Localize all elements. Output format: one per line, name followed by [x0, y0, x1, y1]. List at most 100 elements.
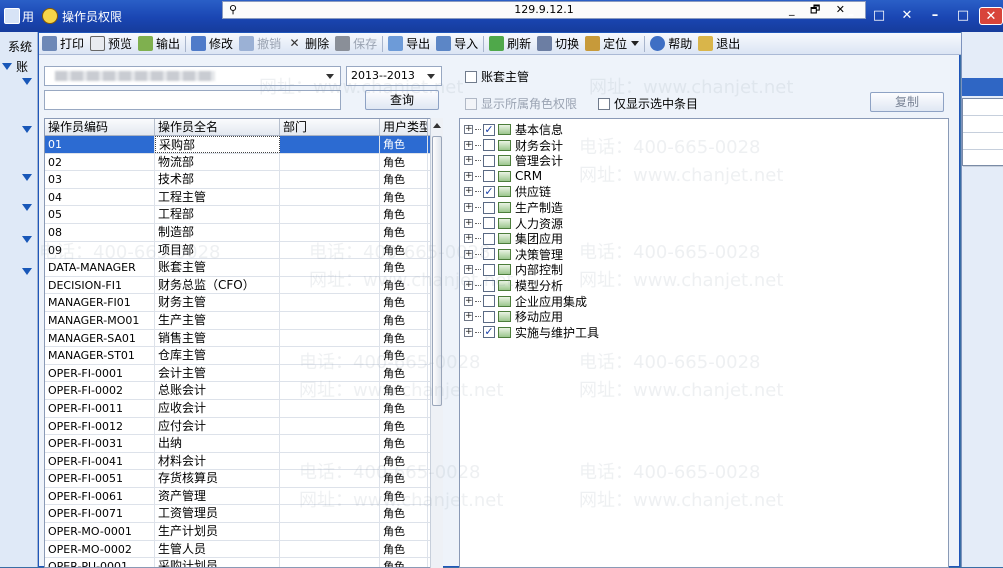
table-row[interactable]: OPER-FI-0071 工资管理员 角色	[45, 505, 442, 524]
cell-user-type[interactable]: 角色	[380, 487, 428, 505]
expand-plus-icon[interactable]: +	[464, 281, 473, 290]
scroll-thumb[interactable]	[432, 136, 442, 406]
cell-user-type[interactable]: 角色	[380, 171, 428, 188]
cell-user-type[interactable]: 角色	[380, 347, 428, 364]
delete-button[interactable]: ✕ 删除	[284, 34, 332, 54]
col-header-code[interactable]: 操作员编码	[45, 119, 155, 135]
tree-checkbox[interactable]	[483, 279, 495, 292]
cell-user-type[interactable]: 角色	[380, 470, 428, 487]
checkbox-box[interactable]	[465, 97, 477, 110]
cell-code[interactable]: DECISION-FI1	[45, 276, 155, 294]
cell-code[interactable]: OPER-FI-0002	[45, 382, 155, 399]
cell-department[interactable]	[280, 276, 380, 294]
checkmark-icon[interactable]: ✓	[483, 185, 495, 198]
cell-department[interactable]	[280, 382, 380, 399]
expand-plus-icon[interactable]: +	[464, 249, 473, 259]
cell-code[interactable]: OPER-FI-0051	[45, 470, 155, 487]
undo-button[interactable]: 撤销	[236, 34, 284, 54]
expand-plus-icon[interactable]: +	[464, 203, 473, 212]
cell-code[interactable]: MANAGER-MO01	[45, 311, 155, 329]
cell-user-type[interactable]: 角色	[380, 435, 428, 452]
cell-user-type[interactable]: 角色	[380, 294, 428, 311]
save-button[interactable]: 保存	[332, 34, 380, 54]
cell-user-type[interactable]: 角色	[380, 364, 428, 382]
table-row[interactable]: OPER-FI-0051 存货核算员 角色	[45, 470, 442, 488]
checkbox-box[interactable]	[598, 97, 610, 110]
system-menu[interactable]: 系统	[8, 38, 32, 55]
cell-fullname[interactable]: 工程主管	[155, 188, 280, 206]
pin-icon[interactable]: ⚲	[229, 2, 237, 18]
tree-node[interactable]: + 生产制造	[464, 200, 563, 215]
tree-node[interactable]: + 集团应用	[464, 231, 563, 246]
table-row[interactable]: 05 工程部 角色	[45, 206, 442, 224]
table-row[interactable]: 01 采购部 角色	[45, 136, 442, 154]
tree-checkbox[interactable]	[483, 232, 495, 245]
maximize-icon[interactable]: □	[867, 7, 891, 25]
cell-fullname[interactable]: 账套主管	[155, 259, 280, 276]
cell-code[interactable]: OPER-FI-0031	[45, 435, 155, 452]
table-row[interactable]: 03 技术部 角色	[45, 171, 442, 189]
cell-department[interactable]	[280, 487, 380, 505]
collapse-icon[interactable]	[22, 174, 32, 181]
cell-code[interactable]: MANAGER-ST01	[45, 347, 155, 364]
cell-fullname[interactable]: 工程部	[155, 206, 280, 223]
cell-fullname[interactable]: 资产管理	[155, 487, 280, 505]
tree-node[interactable]: + ✓ 实施与维护工具	[464, 325, 599, 340]
cell-fullname[interactable]: 总账会计	[155, 382, 280, 399]
cell-department[interactable]	[280, 364, 380, 382]
close-icon[interactable]: ✕	[895, 7, 919, 25]
account-master-checkbox[interactable]: 账套主管	[465, 68, 529, 85]
cell-user-type[interactable]: 角色	[380, 241, 428, 259]
cell-user-type[interactable]: 角色	[380, 206, 428, 223]
collapse-icon[interactable]	[22, 204, 32, 211]
cell-user-type[interactable]: 角色	[380, 382, 428, 399]
cell-fullname[interactable]: 技术部	[155, 171, 280, 188]
table-row[interactable]: MANAGER-MO01 生产主管 角色	[45, 311, 442, 330]
collapse-icon[interactable]	[22, 268, 32, 275]
cell-fullname[interactable]: 应收会计	[155, 399, 280, 417]
table-row[interactable]: 04 工程主管 角色	[45, 188, 442, 207]
operator-search-input[interactable]	[44, 90, 341, 110]
query-button[interactable]: 查询	[365, 90, 439, 110]
table-scrollbar[interactable]	[430, 118, 443, 568]
table-row[interactable]: MANAGER-ST01 仓库主管 角色	[45, 347, 442, 365]
cell-code[interactable]: OPER-FI-0012	[45, 417, 155, 435]
chevron-down-icon[interactable]	[427, 74, 435, 79]
table-row[interactable]: OPER-MO-0002 生管人员 角色	[45, 540, 442, 559]
cell-code[interactable]: 08	[45, 223, 155, 241]
table-row[interactable]: OPER-FI-0061 资产管理 角色	[45, 487, 442, 506]
cell-code[interactable]: OPER-FI-0011	[45, 399, 155, 417]
expand-plus-icon[interactable]: +	[464, 218, 473, 228]
cell-department[interactable]	[280, 153, 380, 171]
cell-user-type[interactable]: 角色	[380, 259, 428, 276]
tree-node[interactable]: + 管理会计	[464, 153, 563, 168]
tree-node[interactable]: + CRM	[464, 169, 542, 184]
table-row[interactable]: 02 物流部 角色	[45, 153, 442, 172]
modify-button[interactable]: 修改	[188, 34, 236, 54]
cell-code[interactable]: 01	[45, 136, 155, 153]
cell-user-type[interactable]: 角色	[380, 311, 428, 329]
cell-fullname[interactable]: 生产主管	[155, 311, 280, 329]
table-row[interactable]: OPER-MO-0001 生产计划员 角色	[45, 523, 442, 541]
cell-code[interactable]: 02	[45, 153, 155, 171]
expand-plus-icon[interactable]: +	[464, 327, 473, 337]
tree-checkbox[interactable]	[483, 139, 495, 152]
cell-department[interactable]	[280, 136, 380, 153]
cell-department[interactable]	[280, 259, 380, 276]
tree-checkbox[interactable]	[483, 248, 495, 261]
cell-code[interactable]: MANAGER-SA01	[45, 329, 155, 347]
print-button[interactable]: 打印	[39, 34, 87, 54]
cell-fullname[interactable]: 出纳	[155, 435, 280, 452]
cell-fullname[interactable]: 应付会计	[155, 417, 280, 435]
table-row[interactable]: DATA-MANAGER 账套主管 角色	[45, 259, 442, 277]
cell-user-type[interactable]: 角色	[380, 452, 428, 470]
tree-node[interactable]: + ✓ 基本信息	[464, 122, 563, 137]
cell-department[interactable]	[280, 188, 380, 206]
col-header-user-type[interactable]: 用户类型	[380, 119, 428, 135]
expand-plus-icon[interactable]: +	[464, 312, 473, 322]
table-row[interactable]: DECISION-FI1 财务总监（CFO） 角色	[45, 276, 442, 295]
table-row[interactable]: OPER-FI-0012 应付会计 角色	[45, 417, 442, 436]
cell-fullname[interactable]: 会计主管	[155, 364, 280, 382]
cell-user-type[interactable]: 角色	[380, 540, 428, 558]
cell-fullname[interactable]: 项目部	[155, 241, 280, 259]
